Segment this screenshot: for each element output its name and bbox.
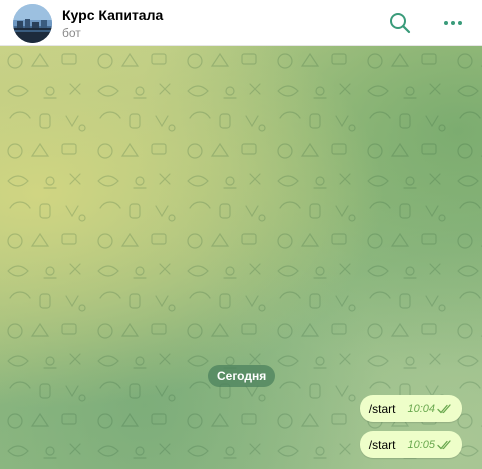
more-button[interactable]: [441, 11, 465, 35]
outgoing-message[interactable]: /start 10:05: [359, 431, 462, 458]
message-time: 10:04: [407, 402, 435, 415]
message-time: 10:05: [407, 438, 435, 451]
search-icon: [390, 13, 411, 34]
chat-header: Курс Капитала бот: [0, 0, 482, 46]
double-check-icon: [437, 403, 451, 413]
avatar[interactable]: [13, 4, 52, 43]
bot-avatar-image: [13, 4, 52, 43]
message-list[interactable]: Сегодня /start 10:04 /start 10:05: [0, 46, 482, 469]
chat-subtitle: бот: [62, 26, 81, 40]
more-dots-icon: [444, 21, 462, 25]
chat-title[interactable]: Курс Капитала: [62, 7, 163, 23]
message-text: /start: [368, 401, 396, 416]
double-check-icon: [437, 439, 451, 449]
date-separator: Сегодня: [208, 365, 276, 387]
message-text: /start: [368, 437, 396, 452]
chat-window: Курс Капитала бот Сегодня /start 10:04 /…: [0, 0, 482, 469]
search-button[interactable]: [388, 11, 412, 35]
outgoing-message[interactable]: /start 10:04: [359, 395, 462, 422]
